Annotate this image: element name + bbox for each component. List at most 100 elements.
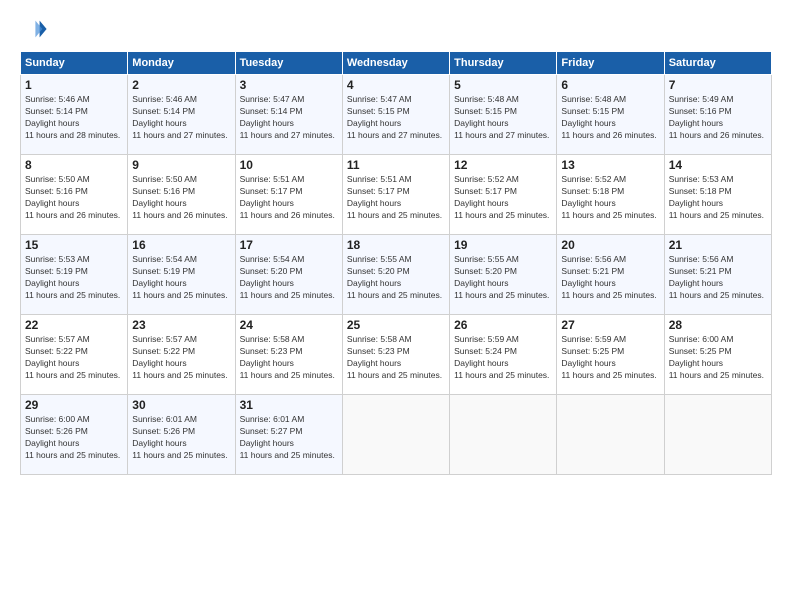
calendar-cell: 6 Sunrise: 5:48 AM Sunset: 5:15 PM Dayli…	[557, 75, 664, 155]
calendar-cell: 3 Sunrise: 5:47 AM Sunset: 5:14 PM Dayli…	[235, 75, 342, 155]
day-info: Sunrise: 6:00 AM Sunset: 5:26 PM Dayligh…	[25, 414, 123, 462]
calendar-cell: 18 Sunrise: 5:55 AM Sunset: 5:20 PM Dayl…	[342, 235, 449, 315]
calendar-cell: 17 Sunrise: 5:54 AM Sunset: 5:20 PM Dayl…	[235, 235, 342, 315]
day-header-tuesday: Tuesday	[235, 52, 342, 75]
day-number: 27	[561, 318, 659, 332]
day-info: Sunrise: 5:46 AM Sunset: 5:14 PM Dayligh…	[25, 94, 123, 142]
day-info: Sunrise: 5:55 AM Sunset: 5:20 PM Dayligh…	[454, 254, 552, 302]
logo-icon	[20, 15, 48, 43]
calendar-cell: 27 Sunrise: 5:59 AM Sunset: 5:25 PM Dayl…	[557, 315, 664, 395]
day-info: Sunrise: 5:56 AM Sunset: 5:21 PM Dayligh…	[561, 254, 659, 302]
page: SundayMondayTuesdayWednesdayThursdayFrid…	[0, 0, 792, 612]
day-info: Sunrise: 5:56 AM Sunset: 5:21 PM Dayligh…	[669, 254, 767, 302]
day-number: 17	[240, 238, 338, 252]
calendar-cell	[664, 395, 771, 475]
day-number: 23	[132, 318, 230, 332]
day-number: 1	[25, 78, 123, 92]
day-info: Sunrise: 5:58 AM Sunset: 5:23 PM Dayligh…	[347, 334, 445, 382]
day-number: 20	[561, 238, 659, 252]
day-info: Sunrise: 5:50 AM Sunset: 5:16 PM Dayligh…	[132, 174, 230, 222]
day-info: Sunrise: 5:52 AM Sunset: 5:18 PM Dayligh…	[561, 174, 659, 222]
calendar-cell: 14 Sunrise: 5:53 AM Sunset: 5:18 PM Dayl…	[664, 155, 771, 235]
day-number: 13	[561, 158, 659, 172]
day-number: 9	[132, 158, 230, 172]
calendar-cell	[450, 395, 557, 475]
calendar-cell	[557, 395, 664, 475]
day-number: 31	[240, 398, 338, 412]
day-info: Sunrise: 5:49 AM Sunset: 5:16 PM Dayligh…	[669, 94, 767, 142]
day-number: 18	[347, 238, 445, 252]
calendar-cell: 25 Sunrise: 5:58 AM Sunset: 5:23 PM Dayl…	[342, 315, 449, 395]
calendar-cell: 16 Sunrise: 5:54 AM Sunset: 5:19 PM Dayl…	[128, 235, 235, 315]
day-header-thursday: Thursday	[450, 52, 557, 75]
calendar-cell: 9 Sunrise: 5:50 AM Sunset: 5:16 PM Dayli…	[128, 155, 235, 235]
calendar-cell: 13 Sunrise: 5:52 AM Sunset: 5:18 PM Dayl…	[557, 155, 664, 235]
day-info: Sunrise: 5:54 AM Sunset: 5:20 PM Dayligh…	[240, 254, 338, 302]
calendar-cell: 22 Sunrise: 5:57 AM Sunset: 5:22 PM Dayl…	[21, 315, 128, 395]
calendar-cell: 26 Sunrise: 5:59 AM Sunset: 5:24 PM Dayl…	[450, 315, 557, 395]
calendar-cell: 15 Sunrise: 5:53 AM Sunset: 5:19 PM Dayl…	[21, 235, 128, 315]
calendar-week-5: 29 Sunrise: 6:00 AM Sunset: 5:26 PM Dayl…	[21, 395, 772, 475]
calendar-cell: 5 Sunrise: 5:48 AM Sunset: 5:15 PM Dayli…	[450, 75, 557, 155]
day-info: Sunrise: 5:51 AM Sunset: 5:17 PM Dayligh…	[240, 174, 338, 222]
day-number: 15	[25, 238, 123, 252]
calendar-week-1: 1 Sunrise: 5:46 AM Sunset: 5:14 PM Dayli…	[21, 75, 772, 155]
day-info: Sunrise: 5:57 AM Sunset: 5:22 PM Dayligh…	[132, 334, 230, 382]
day-info: Sunrise: 5:46 AM Sunset: 5:14 PM Dayligh…	[132, 94, 230, 142]
calendar-cell: 12 Sunrise: 5:52 AM Sunset: 5:17 PM Dayl…	[450, 155, 557, 235]
day-info: Sunrise: 6:01 AM Sunset: 5:26 PM Dayligh…	[132, 414, 230, 462]
day-info: Sunrise: 6:00 AM Sunset: 5:25 PM Dayligh…	[669, 334, 767, 382]
day-info: Sunrise: 5:58 AM Sunset: 5:23 PM Dayligh…	[240, 334, 338, 382]
calendar-week-4: 22 Sunrise: 5:57 AM Sunset: 5:22 PM Dayl…	[21, 315, 772, 395]
day-info: Sunrise: 5:48 AM Sunset: 5:15 PM Dayligh…	[561, 94, 659, 142]
day-number: 22	[25, 318, 123, 332]
day-number: 28	[669, 318, 767, 332]
calendar-cell: 4 Sunrise: 5:47 AM Sunset: 5:15 PM Dayli…	[342, 75, 449, 155]
day-number: 25	[347, 318, 445, 332]
calendar-cell: 20 Sunrise: 5:56 AM Sunset: 5:21 PM Dayl…	[557, 235, 664, 315]
calendar: SundayMondayTuesdayWednesdayThursdayFrid…	[20, 51, 772, 475]
day-info: Sunrise: 5:50 AM Sunset: 5:16 PM Dayligh…	[25, 174, 123, 222]
day-number: 16	[132, 238, 230, 252]
day-number: 14	[669, 158, 767, 172]
day-number: 3	[240, 78, 338, 92]
day-info: Sunrise: 5:47 AM Sunset: 5:14 PM Dayligh…	[240, 94, 338, 142]
day-number: 12	[454, 158, 552, 172]
calendar-cell: 1 Sunrise: 5:46 AM Sunset: 5:14 PM Dayli…	[21, 75, 128, 155]
day-number: 29	[25, 398, 123, 412]
day-number: 30	[132, 398, 230, 412]
day-number: 6	[561, 78, 659, 92]
calendar-header-row: SundayMondayTuesdayWednesdayThursdayFrid…	[21, 52, 772, 75]
day-number: 21	[669, 238, 767, 252]
calendar-cell: 23 Sunrise: 5:57 AM Sunset: 5:22 PM Dayl…	[128, 315, 235, 395]
day-info: Sunrise: 6:01 AM Sunset: 5:27 PM Dayligh…	[240, 414, 338, 462]
day-info: Sunrise: 5:53 AM Sunset: 5:19 PM Dayligh…	[25, 254, 123, 302]
day-info: Sunrise: 5:57 AM Sunset: 5:22 PM Dayligh…	[25, 334, 123, 382]
calendar-cell: 11 Sunrise: 5:51 AM Sunset: 5:17 PM Dayl…	[342, 155, 449, 235]
day-info: Sunrise: 5:51 AM Sunset: 5:17 PM Dayligh…	[347, 174, 445, 222]
calendar-cell: 19 Sunrise: 5:55 AM Sunset: 5:20 PM Dayl…	[450, 235, 557, 315]
day-header-wednesday: Wednesday	[342, 52, 449, 75]
calendar-week-3: 15 Sunrise: 5:53 AM Sunset: 5:19 PM Dayl…	[21, 235, 772, 315]
logo	[20, 15, 54, 43]
calendar-cell: 30 Sunrise: 6:01 AM Sunset: 5:26 PM Dayl…	[128, 395, 235, 475]
day-info: Sunrise: 5:52 AM Sunset: 5:17 PM Dayligh…	[454, 174, 552, 222]
day-header-saturday: Saturday	[664, 52, 771, 75]
day-header-sunday: Sunday	[21, 52, 128, 75]
calendar-cell: 8 Sunrise: 5:50 AM Sunset: 5:16 PM Dayli…	[21, 155, 128, 235]
day-info: Sunrise: 5:53 AM Sunset: 5:18 PM Dayligh…	[669, 174, 767, 222]
calendar-week-2: 8 Sunrise: 5:50 AM Sunset: 5:16 PM Dayli…	[21, 155, 772, 235]
day-number: 26	[454, 318, 552, 332]
day-header-friday: Friday	[557, 52, 664, 75]
day-number: 4	[347, 78, 445, 92]
calendar-cell: 24 Sunrise: 5:58 AM Sunset: 5:23 PM Dayl…	[235, 315, 342, 395]
day-number: 8	[25, 158, 123, 172]
calendar-cell: 29 Sunrise: 6:00 AM Sunset: 5:26 PM Dayl…	[21, 395, 128, 475]
day-info: Sunrise: 5:47 AM Sunset: 5:15 PM Dayligh…	[347, 94, 445, 142]
day-number: 2	[132, 78, 230, 92]
day-number: 19	[454, 238, 552, 252]
day-number: 7	[669, 78, 767, 92]
calendar-cell: 7 Sunrise: 5:49 AM Sunset: 5:16 PM Dayli…	[664, 75, 771, 155]
day-number: 5	[454, 78, 552, 92]
calendar-cell: 28 Sunrise: 6:00 AM Sunset: 5:25 PM Dayl…	[664, 315, 771, 395]
